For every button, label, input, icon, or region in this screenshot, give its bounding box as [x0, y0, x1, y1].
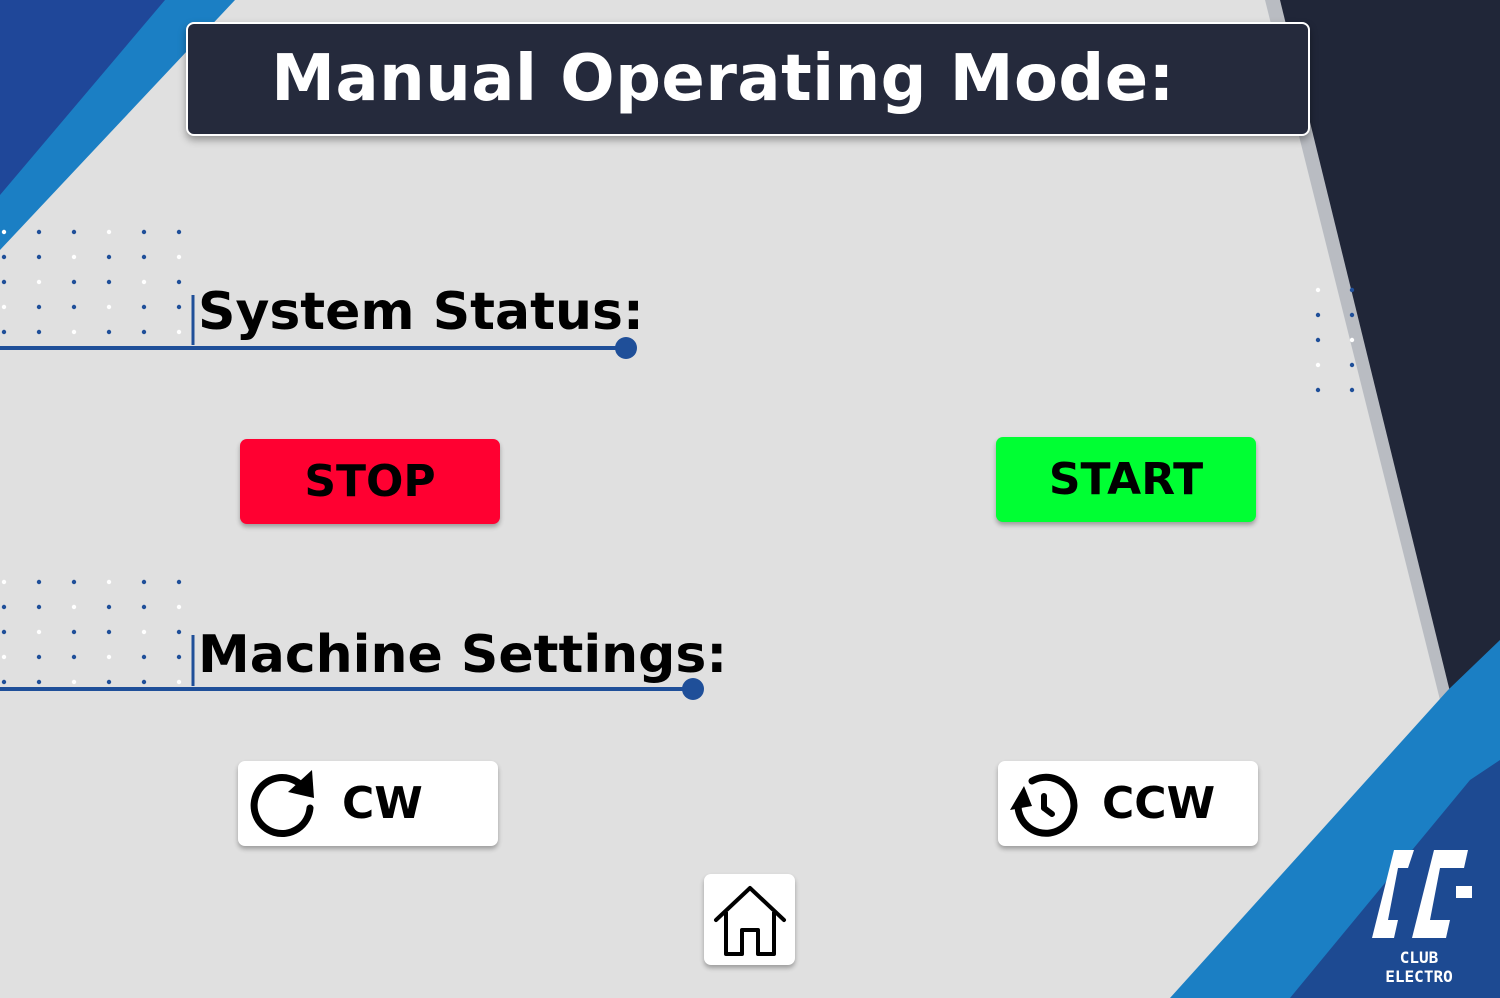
page-title: Manual Operating Mode: [271, 42, 1175, 116]
decorative-dot [141, 279, 147, 285]
decorative-dot [106, 254, 112, 260]
cw-button-label: CW [342, 778, 423, 829]
decorative-dot [1349, 362, 1355, 368]
rotate-counterclockwise-icon [1010, 773, 1078, 837]
decorative-dot [106, 604, 112, 610]
decorative-dot [1, 329, 7, 335]
decorative-dot [1, 254, 7, 260]
decorative-dot [176, 679, 182, 685]
decorative-dot [71, 604, 77, 610]
decorative-dot [1, 279, 7, 285]
decorative-dot [36, 329, 42, 335]
decorative-dot [176, 629, 182, 635]
decorative-dot [106, 279, 112, 285]
decorative-dot [1, 304, 7, 310]
decorative-dot [106, 229, 112, 235]
decorative-dot [36, 254, 42, 260]
decorative-dot [36, 629, 42, 635]
decorative-dot [141, 329, 147, 335]
decorative-dot [36, 579, 42, 585]
decorative-dot [176, 279, 182, 285]
decorative-dot [106, 629, 112, 635]
decorative-dot [176, 304, 182, 310]
stop-button-label: STOP [304, 456, 436, 507]
decorative-dot [1, 679, 7, 685]
decorative-dot [106, 329, 112, 335]
decorative-dot [1349, 287, 1355, 293]
decorative-dot [106, 679, 112, 685]
decorative-dot [36, 654, 42, 660]
decorative-dot [106, 654, 112, 660]
machine-settings-heading: Machine Settings: [198, 625, 728, 685]
decorative-dot [1, 629, 7, 635]
decorative-dot [1, 579, 7, 585]
decorative-dot [71, 304, 77, 310]
decorative-dot [106, 304, 112, 310]
decorative-dot [71, 654, 77, 660]
decorative-dot [176, 254, 182, 260]
start-button-label: START [1048, 454, 1204, 505]
decorative-dot [36, 604, 42, 610]
decorative-dot [176, 579, 182, 585]
decorative-dot [36, 679, 42, 685]
decorative-dot [1, 654, 7, 660]
ccw-button[interactable]: CCW [998, 761, 1258, 846]
decorative-dot [36, 304, 42, 310]
decorative-dot [1315, 362, 1321, 368]
decorative-dot [71, 279, 77, 285]
decorative-dot [176, 229, 182, 235]
system-status-heading: System Status: [198, 282, 644, 342]
decorative-dot [1349, 312, 1355, 318]
decorative-dot [1349, 337, 1355, 343]
logo-text: CLUB ELECTRO [1385, 948, 1453, 986]
decorative-dot [141, 679, 147, 685]
cw-button[interactable]: CW [238, 761, 498, 846]
decorative-dot [1315, 387, 1321, 393]
decorative-dot [36, 229, 42, 235]
decorative-dot [141, 629, 147, 635]
home-icon [713, 885, 786, 956]
decorative-dot [141, 654, 147, 660]
decorative-dot [71, 579, 77, 585]
decorative-dot [176, 604, 182, 610]
decorative-dot [176, 654, 182, 660]
decorative-dot [141, 579, 147, 585]
decorative-dot [141, 304, 147, 310]
decorative-dot [1, 229, 7, 235]
background-decoration [0, 0, 1500, 998]
decorative-dot [71, 329, 77, 335]
home-button[interactable] [704, 874, 795, 965]
club-electro-logo: CLUB ELECTRO [1364, 846, 1474, 986]
decorative-dot [1349, 387, 1355, 393]
decorative-dot [71, 629, 77, 635]
decorative-dot [71, 229, 77, 235]
decorative-dot [176, 329, 182, 335]
decorative-dot [106, 579, 112, 585]
decorative-dot [141, 229, 147, 235]
decorative-dot [1315, 312, 1321, 318]
logo-mark-icon [1372, 850, 1472, 938]
rotate-clockwise-icon [250, 769, 314, 837]
decorative-dot [36, 279, 42, 285]
title-bar: Manual Operating Mode: [186, 22, 1310, 136]
start-button[interactable]: START [996, 437, 1256, 522]
decorative-dot [141, 604, 147, 610]
decorative-dot [71, 254, 77, 260]
decorative-dot [71, 679, 77, 685]
decorative-dot [1315, 337, 1321, 343]
decorative-dot [1, 604, 7, 610]
decorative-dot [141, 254, 147, 260]
decorative-dot [1315, 287, 1321, 293]
ccw-button-label: CCW [1102, 778, 1216, 829]
stop-button[interactable]: STOP [240, 439, 500, 524]
